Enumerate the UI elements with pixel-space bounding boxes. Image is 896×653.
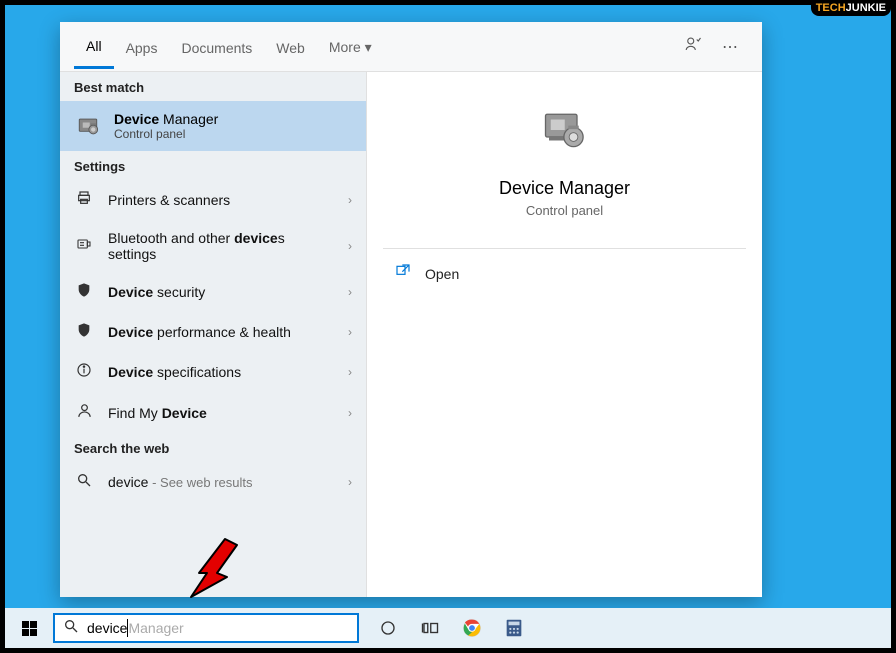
chevron-right-icon: › (348, 406, 352, 420)
results-list: Best match Device Manager Control panel … (60, 72, 366, 597)
shield-icon (74, 322, 94, 342)
settings-item-specs[interactable]: Device specifications › (60, 352, 366, 392)
settings-item-label: Device specifications (108, 364, 334, 380)
settings-item-printers[interactable]: Printers & scanners › (60, 180, 366, 220)
bluetooth-icon (74, 236, 94, 256)
settings-item-bluetooth[interactable]: Bluetooth and other devices settings › (60, 220, 366, 272)
search-icon (74, 472, 94, 492)
settings-item-label: Printers & scanners (108, 192, 334, 208)
tab-more[interactable]: More ▾ (317, 25, 384, 68)
chevron-down-icon: ▾ (365, 39, 372, 55)
best-match-header: Best match (60, 72, 366, 101)
best-match-title: Device Manager (114, 111, 218, 127)
search-icon (63, 618, 79, 639)
watermark-logo: TECHJUNKIE (811, 0, 891, 16)
tab-documents[interactable]: Documents (169, 26, 264, 68)
action-label: Open (425, 266, 459, 282)
detail-app-icon (535, 102, 595, 162)
best-match-subtitle: Control panel (114, 127, 218, 141)
printer-icon (74, 190, 94, 210)
search-typed-text: device (87, 620, 127, 636)
action-open[interactable]: Open (367, 249, 762, 298)
taskbar: device Manager (5, 608, 891, 648)
cortana-button[interactable] (367, 608, 409, 648)
chevron-right-icon: › (348, 285, 352, 299)
chevron-right-icon: › (348, 365, 352, 379)
settings-item-security[interactable]: Device security › (60, 272, 366, 312)
chevron-right-icon: › (348, 239, 352, 253)
settings-item-label: Device performance & health (108, 324, 334, 340)
calculator-app[interactable] (493, 608, 535, 648)
tab-all[interactable]: All (74, 24, 114, 69)
chrome-app[interactable] (451, 608, 493, 648)
info-icon (74, 362, 94, 382)
feedback-button[interactable] (674, 35, 712, 58)
detail-subtitle: Control panel (526, 203, 603, 218)
search-tabs: All Apps Documents Web More ▾ ⋯ (60, 22, 762, 72)
settings-item-label: Bluetooth and other devices settings (108, 230, 334, 262)
search-suggestion-text: Manager (128, 620, 183, 636)
tab-web[interactable]: Web (264, 26, 317, 68)
web-header: Search the web (60, 433, 366, 462)
device-manager-icon (74, 112, 102, 140)
shield-icon (74, 282, 94, 302)
tab-apps[interactable]: Apps (114, 26, 170, 68)
chevron-right-icon: › (348, 475, 352, 489)
start-button[interactable] (5, 608, 53, 648)
windows-icon (22, 621, 37, 636)
settings-item-label: Device security (108, 284, 334, 300)
best-match-result[interactable]: Device Manager Control panel (60, 101, 366, 151)
chevron-right-icon: › (348, 325, 352, 339)
settings-item-findmy[interactable]: Find My Device › (60, 392, 366, 433)
taskbar-search-input[interactable]: device Manager (53, 613, 359, 643)
detail-title: Device Manager (499, 178, 630, 199)
more-options-button[interactable]: ⋯ (712, 37, 748, 57)
person-icon (74, 402, 94, 423)
chevron-right-icon: › (348, 193, 352, 207)
task-view-button[interactable] (409, 608, 451, 648)
web-result-label: device - See web results (108, 474, 334, 490)
settings-item-performance[interactable]: Device performance & health › (60, 312, 366, 352)
settings-item-label: Find My Device (108, 405, 334, 421)
start-search-panel: All Apps Documents Web More ▾ ⋯ Best mat… (60, 22, 762, 597)
settings-header: Settings (60, 151, 366, 180)
detail-pane: Device Manager Control panel Open (366, 72, 762, 597)
web-result-item[interactable]: device - See web results › (60, 462, 366, 502)
open-icon (395, 263, 411, 284)
